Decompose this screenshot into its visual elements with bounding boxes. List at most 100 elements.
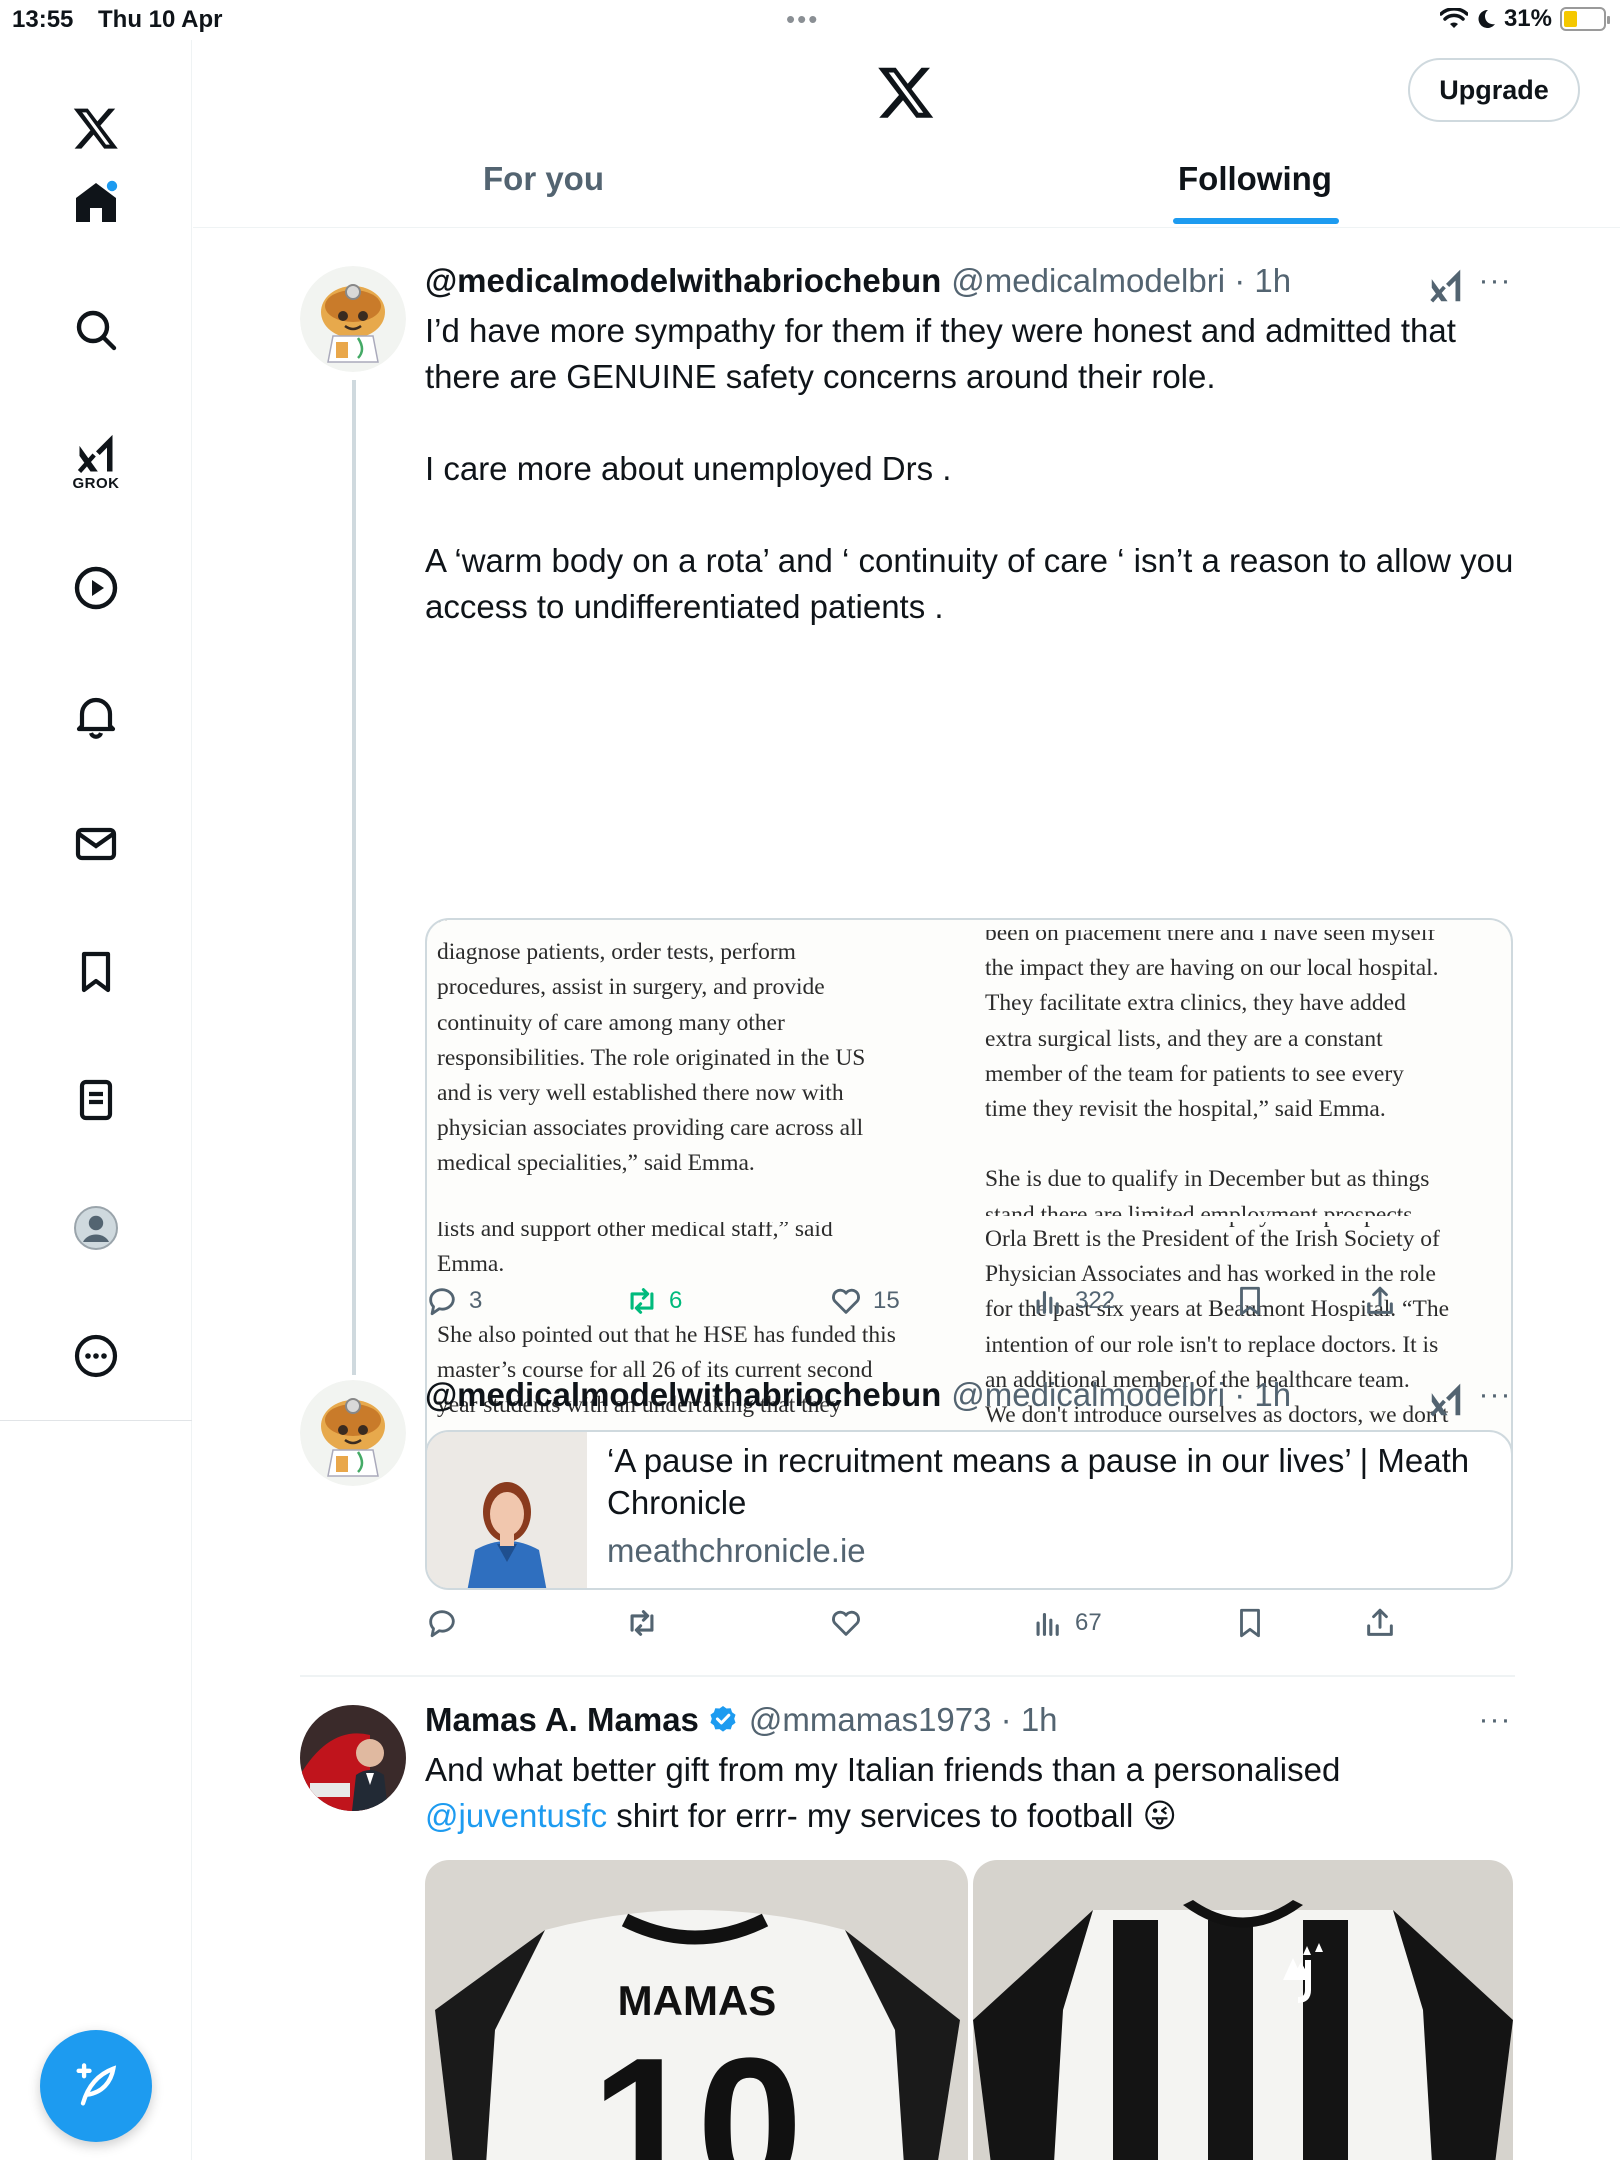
link-preview-title: ‘A pause in recruitment means a pause in… xyxy=(607,1442,1470,1521)
tweet-divider xyxy=(300,1675,1515,1677)
share-button[interactable] xyxy=(1363,1606,1397,1640)
tweet-text: And what better gift from my Italian fri… xyxy=(425,1747,1525,1839)
sidebar-item-notifications[interactable] xyxy=(58,678,134,754)
sidebar-item-grok[interactable]: GROK xyxy=(58,424,134,500)
author-name[interactable]: Mamas A. Mamas xyxy=(425,1701,699,1739)
author-handle[interactable]: @medicalmodelbri · 1h xyxy=(951,1376,1291,1414)
reply-button[interactable]: 3 xyxy=(425,1284,482,1318)
reply-button[interactable] xyxy=(425,1606,459,1640)
views-button[interactable]: 322 xyxy=(1031,1284,1115,1318)
compose-post-button[interactable] xyxy=(40,2030,152,2142)
bookmarks-icon xyxy=(81,951,111,993)
sidebar-item-lists[interactable] xyxy=(58,1062,134,1138)
like-count: 15 xyxy=(873,1287,900,1314)
grok-explain-icon[interactable] xyxy=(1427,1382,1465,1420)
sidebar-item-video[interactable] xyxy=(58,550,134,626)
sidebar: GROK xyxy=(0,40,192,2160)
messages-icon xyxy=(75,827,117,861)
clipping-column-2-top: been on placement there and I have seen … xyxy=(985,920,1439,1228)
status-date: Thu 10 Apr xyxy=(98,6,223,33)
clipping-column-1-top: under the supervision of a consultant or… xyxy=(437,920,868,1177)
repost-count: 6 xyxy=(669,1287,683,1314)
reply-count: 3 xyxy=(469,1287,483,1314)
sidebar-divider xyxy=(0,1420,192,1421)
sidebar-item-more[interactable] xyxy=(58,1318,134,1394)
link-preview-thumbnail xyxy=(427,1432,587,1588)
battery-icon xyxy=(1560,7,1610,31)
bookmark-icon xyxy=(1240,1286,1260,1316)
status-time: 13:55 xyxy=(12,6,74,33)
timeline-header: Upgrade For you Following xyxy=(193,40,1620,228)
views-button[interactable]: 67 xyxy=(1031,1606,1102,1640)
wifi-icon xyxy=(1439,8,1468,28)
sidebar-item-profile[interactable] xyxy=(58,1190,134,1266)
link-preview-card[interactable]: ‘A pause in recruitment means a pause in… xyxy=(425,1430,1513,1590)
tweet-text: I’d have more sympathy for them if they … xyxy=(425,312,1514,625)
sidebar-item-bookmarks[interactable] xyxy=(58,934,134,1010)
avatar[interactable] xyxy=(300,266,406,372)
author-name[interactable]: @medicalmodelwithabriochebun xyxy=(425,1376,941,1414)
status-bar: 13:55 Thu 10 Apr ••• 31% xyxy=(0,0,1620,40)
tab-following[interactable]: Following xyxy=(1178,160,1332,198)
lists-icon xyxy=(79,1079,113,1121)
battery-percent: 31% xyxy=(1503,5,1552,32)
tweet-photo-shirt-back[interactable]: MAMAS 10 xyxy=(425,1860,968,2160)
author-handle[interactable]: @medicalmodelbri · 1h xyxy=(951,262,1291,300)
upgrade-button[interactable]: Upgrade xyxy=(1408,58,1580,122)
like-button[interactable]: 15 xyxy=(829,1284,900,1318)
notifications-icon xyxy=(76,697,116,739)
repost-button[interactable] xyxy=(625,1606,659,1640)
share-button[interactable] xyxy=(1363,1284,1397,1318)
more-icon xyxy=(74,1334,118,1378)
x-logo-icon[interactable] xyxy=(58,90,134,166)
compose-feather-icon xyxy=(76,2063,117,2106)
analytics-icon xyxy=(1036,1612,1059,1636)
shirt-number-text: 10 xyxy=(591,2019,802,2160)
reply-icon xyxy=(429,1610,455,1638)
analytics-icon xyxy=(1036,1290,1059,1314)
x-logo-icon[interactable] xyxy=(876,62,936,122)
tweet[interactable]: @medicalmodelwithabriochebun @medicalmod… xyxy=(300,262,1515,1530)
home-icon xyxy=(76,180,118,222)
more-options-icon[interactable]: ··· xyxy=(1475,1378,1515,1412)
more-options-icon[interactable]: ··· xyxy=(1475,1703,1515,1737)
grok-label: GROK xyxy=(72,474,120,492)
tweet-photo-shirt-front[interactable] xyxy=(973,1860,1513,2160)
share-icon xyxy=(1367,1608,1393,1636)
tweet-actions: 67 xyxy=(425,1606,1425,1646)
verified-badge-icon xyxy=(710,1706,736,1732)
tab-for-you[interactable]: For you xyxy=(483,160,604,198)
bookmark-button[interactable] xyxy=(1233,1284,1267,1318)
heart-icon xyxy=(832,1288,860,1314)
repost-button[interactable]: 6 xyxy=(625,1284,682,1318)
sidebar-item-home[interactable] xyxy=(58,164,134,240)
more-options-icon[interactable]: ··· xyxy=(1475,264,1515,298)
like-button[interactable] xyxy=(829,1606,863,1640)
search-icon xyxy=(76,310,117,351)
video-icon xyxy=(74,566,118,610)
avatar[interactable] xyxy=(300,1705,406,1811)
sidebar-item-search[interactable] xyxy=(58,292,134,368)
grok-icon xyxy=(77,434,113,473)
author-name[interactable]: @medicalmodelwithabriochebun xyxy=(425,262,941,300)
tweet-text-end: shirt for errr- my services to football … xyxy=(607,1797,1177,1834)
author-handle[interactable]: @mmamas1973 · 1h xyxy=(749,1701,1058,1739)
avatar[interactable] xyxy=(300,1380,406,1486)
link-preview-domain: meathchronicle.ie xyxy=(607,1532,866,1569)
grok-explain-icon[interactable] xyxy=(1427,268,1465,306)
bookmark-button[interactable] xyxy=(1233,1606,1267,1640)
view-count: 67 xyxy=(1075,1609,1102,1636)
multitasking-dots-icon[interactable]: ••• xyxy=(786,4,819,35)
mention-link[interactable]: @juventusfc xyxy=(425,1797,607,1834)
repost-icon xyxy=(630,1288,654,1314)
profile-icon xyxy=(74,1206,118,1250)
view-count: 322 xyxy=(1075,1287,1116,1314)
tweet-actions: 3 6 15 322 xyxy=(425,1284,1425,1324)
tweet-text-start: And what better gift from my Italian fri… xyxy=(425,1751,1341,1788)
sidebar-item-messages[interactable] xyxy=(58,806,134,882)
reply-icon xyxy=(429,1288,455,1316)
heart-icon xyxy=(832,1610,860,1636)
active-tab-indicator xyxy=(1173,218,1339,224)
repost-icon xyxy=(630,1610,654,1636)
bookmark-icon xyxy=(1240,1608,1260,1638)
